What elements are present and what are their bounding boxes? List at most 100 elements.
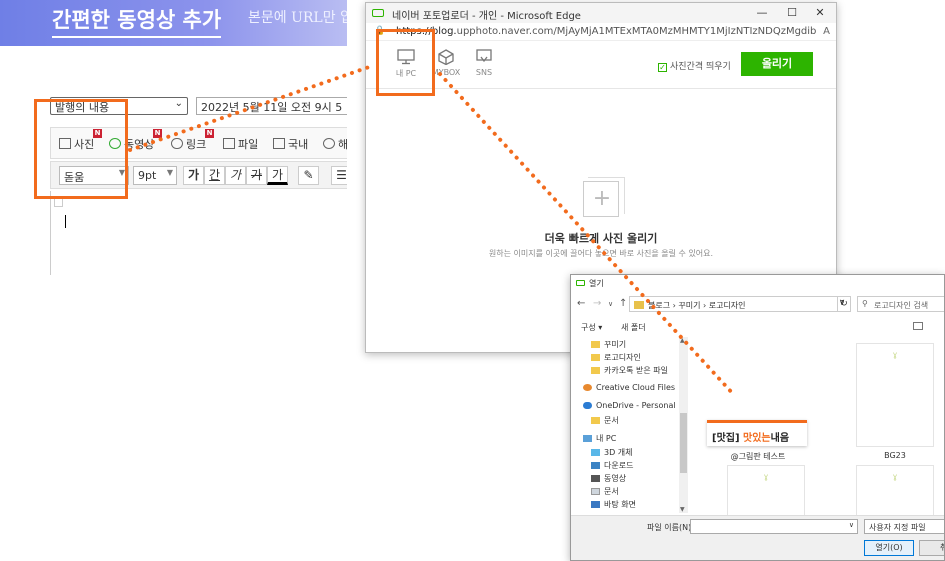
upload-button[interactable]: 올리기 (741, 52, 813, 76)
photo-spacing-checkbox[interactable]: ✓ 사진간격 띄우기 (658, 59, 731, 72)
nav-item[interactable]: 3D 개체 (591, 447, 633, 458)
banner-highlight: 맛있는 (743, 433, 771, 444)
file-thumb-bg23[interactable]: ɣ (856, 343, 934, 447)
folder-icon (591, 367, 600, 374)
address-bar[interactable]: 🔒 https://blog.upphoto.naver.com/MjAyMjA… (366, 23, 836, 41)
align-left-button[interactable]: ☰ (331, 166, 347, 185)
drop-zone-title: 더욱 빠르게 사진 올리기 (544, 232, 658, 245)
minimize-button[interactable]: — (748, 5, 776, 21)
bold-button[interactable]: 가 (183, 166, 204, 185)
hero-subtitle: 본문에 URL만 입 (248, 10, 347, 26)
naver-app-icon (372, 9, 384, 17)
new-badge: N (153, 129, 162, 138)
file-icon (223, 138, 235, 149)
domestic-label: 국내 (288, 138, 309, 151)
filename-input[interactable]: ∨ (690, 519, 858, 534)
nav-item[interactable]: 내 PC (583, 433, 616, 444)
underline-button[interactable]: 간 (204, 166, 225, 185)
add-photo-icon[interactable]: + (583, 177, 625, 217)
path-text: 블로그 › 꾸미기 › 로고디자인 (648, 301, 746, 310)
nav-item-label: 문서 (604, 416, 619, 425)
path-bar[interactable]: 블로그 › 꾸미기 › 로고디자인 (629, 296, 851, 312)
video-icon (591, 475, 600, 482)
drop-zone-hint: 원하는 이미지를 이곳에 끌어다 놓으면 바로 사진을 올릴 수 있어요. (488, 249, 714, 258)
video-label: 동영상 (124, 138, 155, 151)
logo-mark-icon: ɣ (892, 350, 898, 359)
window-title: 네이버 포토업로더 - 개인 - Microsoft Edge (392, 11, 581, 22)
nav-item-label: Creative Cloud Files (596, 383, 676, 392)
highlight-button[interactable]: ✎ (298, 166, 319, 185)
scrollbar-thumb[interactable] (680, 413, 687, 473)
nav-item[interactable]: OneDrive - Personal (583, 401, 676, 410)
dialog-command-bar: 구성 ▾ 새 폴더 (571, 319, 944, 335)
folder-icon (591, 341, 600, 348)
checkmark-icon: ✓ (658, 63, 667, 72)
nav-item-label: 내 PC (596, 434, 617, 443)
search-icon: ⚲ (862, 299, 868, 308)
nav-item[interactable]: Creative Cloud Files (583, 383, 675, 392)
new-folder-button[interactable]: 새 폴더 (621, 322, 646, 333)
filetype-select[interactable]: 사용자 지정 파일 (864, 519, 944, 534)
nav-item-label: 바탕 화면 (604, 500, 636, 509)
search-input[interactable]: ⚲ 로고디자인 검색 (857, 296, 944, 312)
font-size-select[interactable]: 9pt ▼ (133, 166, 177, 185)
photo-spacing-label: 사진간격 띄우기 (670, 62, 731, 72)
up-arrow-icon[interactable]: ↑ (619, 298, 627, 309)
dialog-title: 열기 (589, 279, 604, 288)
file-thumb[interactable]: ɣ (727, 465, 805, 515)
open-button[interactable]: 열기(O) (864, 540, 914, 556)
nav-item[interactable]: 카카오톡 받은 파일 (591, 365, 668, 376)
publish-date-field[interactable]: 2022년 5월 11일 오전 9시 5 (196, 97, 347, 115)
scroll-up-icon[interactable]: ▲ (680, 337, 685, 344)
file-thumb-restaurant[interactable]: [맛집] 맛있는내음 (707, 420, 807, 446)
domestic-map-button[interactable]: 국내 (273, 136, 308, 152)
maximize-button[interactable]: ☐ (778, 5, 806, 21)
align-left-icon: ☰ (336, 168, 347, 182)
chevron-down-icon: ⌄ (174, 98, 183, 109)
font-color-button[interactable]: 가 (267, 166, 288, 185)
overseas-map-button[interactable]: 해 (323, 136, 347, 152)
back-arrow-icon[interactable]: ← (577, 298, 585, 309)
organize-button[interactable]: 구성 ▾ (581, 322, 602, 333)
globe-icon (323, 138, 335, 149)
refresh-icon[interactable]: ↻ (837, 296, 851, 312)
forward-arrow-icon[interactable]: → (593, 298, 601, 309)
search-placeholder: 로고디자인 검색 (874, 301, 929, 310)
edge-titlebar: 네이버 포토업로더 - 개인 - Microsoft Edge — ☐ ✕ (366, 3, 836, 23)
close-button[interactable]: ✕ (806, 5, 834, 21)
logo-mark-icon: ɣ (763, 472, 769, 481)
banner-text: [맛집] 맛있는내음 (712, 429, 789, 444)
cancel-button[interactable]: 취 (919, 540, 944, 556)
folder-icon (591, 417, 600, 424)
source-sns[interactable]: SNS (464, 49, 504, 77)
nav-item[interactable]: 동영상 (591, 473, 626, 484)
file-label: @그림판 테스트 (730, 452, 786, 461)
view-options-icon[interactable] (913, 322, 923, 330)
nav-item[interactable]: 꾸미기 (591, 339, 626, 350)
dialog-footer: 파일 이름(N): ∨ 사용자 지정 파일 열기(O) 취 (571, 515, 944, 560)
nav-scrollbar[interactable]: ▲ ▼ (679, 337, 688, 513)
recent-dropdown-icon[interactable]: ∨ (608, 300, 613, 308)
scroll-down-icon[interactable]: ▼ (680, 506, 685, 513)
cloud-icon (583, 402, 592, 409)
url-rest: upphoto.naver.com/MjAyMjA1MTExMTA0MzMHMT… (456, 26, 816, 37)
nav-item[interactable]: 문서 (591, 486, 619, 497)
nav-item[interactable]: 문서 (591, 415, 619, 426)
strike-button[interactable]: 가 (246, 166, 267, 185)
nav-item[interactable]: 로고디자인 (591, 352, 641, 363)
hero-banner: 간편한 동영상 추가 본문에 URL만 입 (0, 0, 347, 46)
chevron-down-icon: ▼ (166, 168, 173, 177)
dialog-titlebar: 열기 (571, 275, 944, 291)
nav-item[interactable]: 다운로드 (591, 460, 633, 471)
sns-share-icon (476, 49, 492, 63)
file-thumb[interactable]: ɣ (856, 465, 934, 515)
italic-button[interactable]: 가 (225, 166, 246, 185)
folder-icon (634, 301, 644, 309)
file-button[interactable]: 파일 (223, 136, 258, 152)
nav-item-label: 3D 개체 (604, 448, 633, 457)
reader-mode-button[interactable]: A (823, 26, 830, 37)
dialog-nav-row: ← → ∨ ↑ 블로그 › 꾸미기 › 로고디자인 ∨ ↻ ⚲ 로고디자인 검색 (571, 295, 944, 313)
nav-item[interactable]: 바탕 화면 (591, 499, 636, 510)
link-button[interactable]: 링크 N (171, 129, 214, 152)
overseas-label: 해 (338, 138, 347, 151)
